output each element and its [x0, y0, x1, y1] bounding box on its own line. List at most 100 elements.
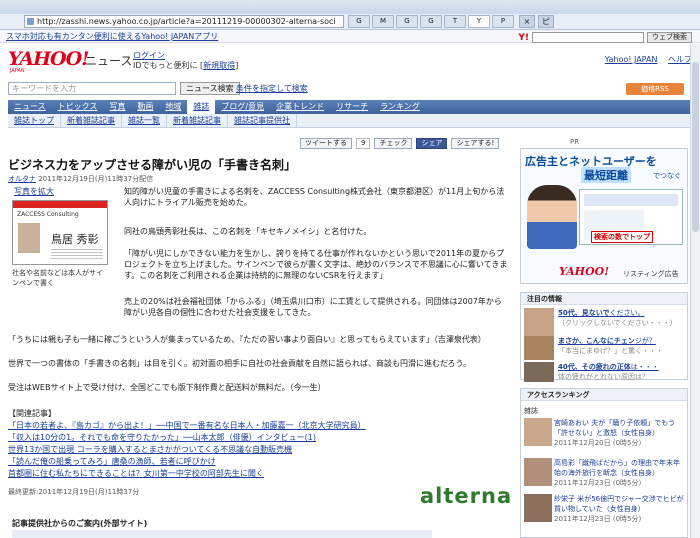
- ad-person-image: [527, 185, 577, 249]
- header-links: Yahoo! JAPAN ヘルプ: [597, 54, 692, 65]
- check-button[interactable]: チェック: [374, 138, 413, 149]
- related-link[interactable]: 「収入は10分の1。それでも命を守りたかった」──山本太郎（俳優）インタビュー(…: [8, 432, 316, 443]
- keyword-input[interactable]: キーワードを入力: [8, 82, 176, 95]
- related-link[interactable]: 「日本の若者よ、『島カゴ』から出よ！」──中国で一番有名な日本人・加藤嘉一（北京…: [8, 420, 366, 431]
- related-link[interactable]: 首都圏に住む私たちにできることは？女川第一中学校の阿部先生に聞く: [8, 468, 264, 479]
- nav-research[interactable]: リサーチ: [330, 100, 374, 114]
- attention-text: 50代、見ないでください。 （クリックしないでください・・・）: [558, 308, 682, 328]
- card-company: ZACCESS Consulting: [17, 211, 79, 218]
- att-title[interactable]: まさか、こんなにチェン: [558, 337, 635, 345]
- nav-magazine[interactable]: 雑誌: [187, 100, 216, 114]
- yahoo-logo[interactable]: YAHOO!: [8, 48, 89, 70]
- attention-text: まさか、こんなにチェンジが？ 「本当にまゆげ？」と驚く・・・: [558, 336, 682, 356]
- login-sub-text: IDでもっと便利に [: [133, 61, 204, 70]
- att-sub[interactable]: ジが？: [635, 337, 656, 345]
- tweet-count: 9: [356, 138, 371, 149]
- ranking-sub: 雑誌: [524, 407, 538, 415]
- photo-caption: 社名や名前などは本人がサインペンで書く: [12, 269, 103, 287]
- login-sub-end: ]: [235, 61, 239, 70]
- attention-image: [524, 362, 554, 382]
- nav-local[interactable]: 地域: [159, 100, 187, 114]
- news-search-button[interactable]: ニュース検索: [180, 82, 240, 95]
- article-paragraph: 知的障がい児童の手書きによる名刺を、ZACCESS Consulting株式会社…: [124, 187, 505, 207]
- article-date: 2011年12月19日(月)11時37分配信: [36, 175, 154, 183]
- vertical-scrollbar[interactable]: [690, 44, 700, 538]
- site-name[interactable]: ニュース: [85, 52, 132, 69]
- url-text: http://zasshi.news.yahoo.co.jp/article?a…: [37, 17, 336, 26]
- attention-item[interactable]: 40代、その疲れの正体は・・・ 体の疲れがとれない原因は？: [524, 362, 684, 382]
- subnav-item[interactable]: 新着雑誌記事: [167, 114, 228, 127]
- ranking-item[interactable]: 紗栄子 米が56億円でジャー交渉でヒビが 買い物していた（女性自身） 2011年1…: [524, 494, 686, 524]
- att-title[interactable]: 50代、見ないで: [558, 309, 610, 317]
- business-card-image[interactable]: ZACCESS Consulting 鳥居 秀彰: [12, 200, 108, 265]
- site-header: YAHOO! JAPAN ニュース ログイン IDでもっと便利に [新規取得] …: [0, 44, 700, 80]
- related-link[interactable]: 世界13か国で出現 コーラを購入するとまさかがついてくる不思議な自動販売機: [8, 444, 292, 455]
- register-link[interactable]: 新規取得: [203, 61, 235, 70]
- ranking-source: （女性自身）: [617, 469, 659, 477]
- address-bar[interactable]: http://zasshi.news.yahoo.co.jp/article?a…: [24, 15, 344, 28]
- card-details: [51, 249, 103, 259]
- ranking-text: 紗栄子 米が56億円でジャー交渉でヒビが 買い物していた（女性自身） 2011年1…: [554, 494, 686, 524]
- scrollbar-thumb[interactable]: [692, 62, 699, 232]
- web-search-button[interactable]: ウェブ検索: [647, 32, 692, 43]
- ranking-item[interactable]: 高島彩「蹴飛ばだから」の理由で年末年始の海外旅行を断念（女性自身） 2011年12…: [524, 458, 686, 488]
- enlarge-photo-link[interactable]: 写真を拡大: [14, 186, 54, 197]
- article-paragraph: 世界で一つの書体の「手書きの名刺」は目を引く。初対面の相手に自社の社会貢献を自然…: [8, 359, 472, 368]
- subnav-item[interactable]: 新着雑誌記事: [61, 114, 122, 127]
- ad-callout: 検索の数でトップ: [591, 231, 653, 243]
- facebook-share-button[interactable]: シェア: [416, 138, 448, 149]
- subnav-item[interactable]: 雑誌一覧: [122, 114, 167, 127]
- article-byline: オルタナ 2011年12月19日(月)11時37分配信: [8, 174, 153, 184]
- share-button[interactable]: シェアする!: [451, 138, 500, 149]
- bookmark-link[interactable]: スマホ対応も有カンタン便利に使えるYahoo! JAPANアプリ: [6, 32, 218, 41]
- login-sub: IDでもっと便利に [新規取得]: [133, 60, 238, 71]
- browser-tab[interactable]: P: [492, 15, 514, 28]
- close-tab-icon[interactable]: ×: [519, 15, 535, 28]
- article-paragraph: 売上の20%は社会福祉団体「からふる」（埼玉県川口市）に工賃として提供される。同…: [124, 297, 502, 317]
- provider-heading: 記事提供社からのご案内(外部サイト): [12, 519, 148, 528]
- pr-label: PR: [570, 138, 580, 146]
- browser-tab[interactable]: M: [372, 15, 394, 28]
- subnav-item[interactable]: 雑誌トップ: [8, 114, 61, 127]
- yahoo-japan-link[interactable]: Yahoo! JAPAN: [605, 55, 658, 64]
- nav-video[interactable]: 動画: [131, 100, 159, 114]
- article-paragraph: 「うちには親も子も一緒に稼ごうという人が集まっているため、『ただの習い事より面白…: [8, 335, 486, 344]
- nav-topics[interactable]: トピックス: [52, 100, 104, 114]
- attention-image: [524, 308, 554, 338]
- att-title[interactable]: 40代、その疲れの正体: [558, 363, 631, 371]
- att-sub[interactable]: は・・・: [631, 363, 659, 371]
- nav-photo[interactable]: 写真: [103, 100, 131, 114]
- tab-strip: G M G G T Y P: [348, 15, 516, 28]
- listing-ad[interactable]: 広告主とネットユーザーを 最短距離 でつなぐ 検索の数でトップ YAHOO! リ…: [520, 148, 688, 284]
- toolbar-search-input[interactable]: [532, 32, 644, 43]
- yahoo-toolbar-icon: Y!: [518, 32, 529, 43]
- nav-trend[interactable]: 企業トレンド: [270, 100, 330, 114]
- nav-blog[interactable]: ブログ/意見: [215, 100, 270, 114]
- related-link[interactable]: 「読んだ俺の船乗ってみろ」唐桑の漁師、若者に呼びかけ: [8, 456, 216, 467]
- browser-tab[interactable]: G: [348, 15, 370, 28]
- ranking-date: 2011年12月23日 (0時5分): [554, 479, 642, 487]
- source-link[interactable]: オルタナ: [8, 175, 36, 183]
- nav-ranking[interactable]: ランキング: [374, 100, 426, 114]
- ranking-source: （女性自身）: [602, 505, 645, 513]
- subnav-item[interactable]: 雑誌記事提供社: [228, 114, 297, 127]
- browser-tab-active[interactable]: Y: [468, 15, 490, 28]
- attention-item[interactable]: まさか、こんなにチェンジが？ 「本当にまゆげ？」と驚く・・・: [524, 336, 684, 362]
- card-name: 鳥居 秀彰: [51, 233, 99, 246]
- advanced-search-link[interactable]: 条件を指定して検索: [236, 83, 308, 94]
- help-link[interactable]: ヘルプ: [668, 55, 692, 64]
- nav-news[interactable]: ニュース: [8, 100, 52, 114]
- browser-tab[interactable]: T: [444, 15, 466, 28]
- related-heading: 【関連記事】: [8, 409, 56, 418]
- alterna-logo[interactable]: alterna: [420, 484, 512, 508]
- att-sub[interactable]: ください。: [610, 309, 645, 317]
- rss-button[interactable]: 価格RSS: [626, 83, 684, 95]
- ranking-date: 2011年12月20日 (0時5分): [554, 439, 642, 447]
- browser-tab[interactable]: G: [420, 15, 442, 28]
- browser-tab[interactable]: G: [396, 15, 418, 28]
- ranking-item[interactable]: 宮崎あおい 夫が「踊り子依頼」でもう「許せない」と激怒（女性自身） 2011年12…: [524, 418, 686, 448]
- ranking-image: [524, 458, 552, 486]
- tweet-button[interactable]: ツイートする: [300, 138, 352, 149]
- last-modified: 最終更新:2011年12月19日(月)11時37分: [8, 488, 140, 496]
- pin-icon[interactable]: ピ: [538, 15, 554, 28]
